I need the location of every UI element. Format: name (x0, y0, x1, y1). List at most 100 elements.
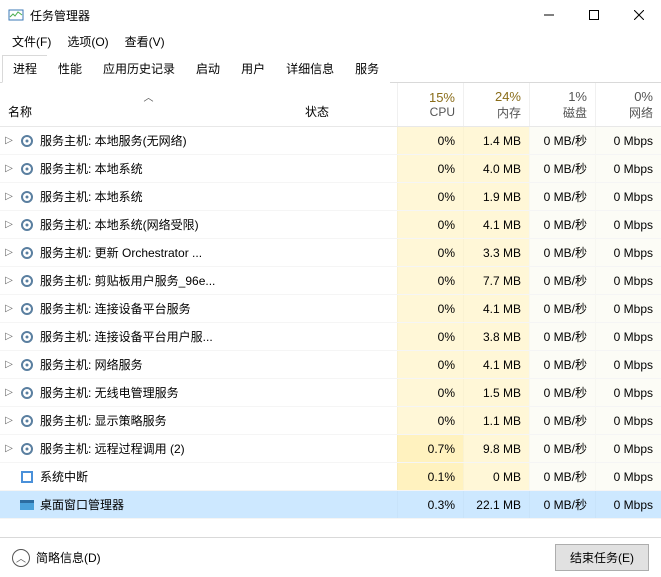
col-header-net-label: 网络 (629, 104, 653, 121)
tab-2[interactable]: 应用历史记录 (92, 55, 186, 83)
cell-net: 0 Mbps (595, 155, 661, 182)
process-name: 服务主机: 网络服务 (40, 356, 297, 373)
cell-cpu: 0% (397, 211, 463, 238)
cell-cpu: 0.3% (397, 491, 463, 518)
menu-options[interactable]: 选项(O) (59, 31, 116, 52)
col-header-net[interactable]: 0% 网络 (595, 83, 661, 126)
gear-icon (18, 329, 36, 345)
tab-0[interactable]: 进程 (2, 55, 48, 83)
cell-mem: 1.5 MB (463, 379, 529, 406)
titlebar: 任务管理器 (0, 0, 661, 30)
expand-icon[interactable]: ▷ (0, 443, 18, 454)
tabstrip: 进程性能应用历史记录启动用户详细信息服务 (0, 54, 661, 83)
sort-arrow-icon: ︿ (144, 89, 154, 104)
col-header-disk-pct: 1% (568, 89, 587, 104)
expand-icon[interactable]: ▷ (0, 275, 18, 286)
process-name: 桌面窗口管理器 (40, 496, 297, 513)
cell-net: 0 Mbps (595, 351, 661, 378)
cell-mem: 4.1 MB (463, 211, 529, 238)
cell-disk: 0 MB/秒 (529, 267, 595, 294)
maximize-button[interactable] (571, 0, 616, 30)
table-row[interactable]: ▷服务主机: 剪贴板用户服务_96e...0%7.7 MB0 MB/秒0 Mbp… (0, 267, 661, 295)
table-row[interactable]: ▷服务主机: 本地系统0%4.0 MB0 MB/秒0 Mbps (0, 155, 661, 183)
expand-icon[interactable]: ▷ (0, 163, 18, 174)
table-row[interactable]: ▷服务主机: 显示策略服务0%1.1 MB0 MB/秒0 Mbps (0, 407, 661, 435)
cell-net: 0 Mbps (595, 435, 661, 462)
tab-4[interactable]: 用户 (230, 55, 276, 83)
table-row[interactable]: ▷服务主机: 网络服务0%4.1 MB0 MB/秒0 Mbps (0, 351, 661, 379)
table-row[interactable]: 桌面窗口管理器0.3%22.1 MB0 MB/秒0 Mbps (0, 491, 661, 519)
table-row[interactable]: ▷服务主机: 本地服务(无网络)0%1.4 MB0 MB/秒0 Mbps (0, 127, 661, 155)
menubar: 文件(F) 选项(O) 查看(V) (0, 30, 661, 52)
cell-net: 0 Mbps (595, 267, 661, 294)
expand-icon[interactable]: ▷ (0, 359, 18, 370)
tab-1[interactable]: 性能 (47, 55, 93, 83)
fewer-details-button[interactable]: ︿ 简略信息(D) (12, 549, 555, 567)
cell-cpu: 0% (397, 267, 463, 294)
col-header-mem-pct: 24% (495, 89, 521, 104)
expand-icon[interactable]: ▷ (0, 331, 18, 342)
table-row[interactable]: ▷服务主机: 无线电管理服务0%1.5 MB0 MB/秒0 Mbps (0, 379, 661, 407)
cell-mem: 3.8 MB (463, 323, 529, 350)
process-name: 服务主机: 无线电管理服务 (40, 384, 297, 401)
cell-disk: 0 MB/秒 (529, 239, 595, 266)
close-button[interactable] (616, 0, 661, 30)
col-header-name[interactable]: ︿ 名称 (0, 83, 297, 126)
tab-5[interactable]: 详细信息 (275, 55, 345, 83)
process-name: 服务主机: 本地系统 (40, 160, 297, 177)
table-row[interactable]: ▷服务主机: 本地系统(网络受限)0%4.1 MB0 MB/秒0 Mbps (0, 211, 661, 239)
process-name: 服务主机: 远程过程调用 (2) (40, 440, 297, 457)
expand-icon[interactable]: ▷ (0, 191, 18, 202)
col-header-cpu-label: CPU (430, 105, 455, 119)
menu-file[interactable]: 文件(F) (4, 31, 59, 52)
cell-disk: 0 MB/秒 (529, 491, 595, 518)
gear-icon (18, 245, 36, 261)
cell-disk: 0 MB/秒 (529, 351, 595, 378)
table-row[interactable]: ▷服务主机: 远程过程调用 (2)0.7%9.8 MB0 MB/秒0 Mbps (0, 435, 661, 463)
cell-disk: 0 MB/秒 (529, 379, 595, 406)
cell-disk: 0 MB/秒 (529, 183, 595, 210)
table-row[interactable]: 系统中断0.1%0 MB0 MB/秒0 Mbps (0, 463, 661, 491)
cell-disk: 0 MB/秒 (529, 435, 595, 462)
process-name: 服务主机: 本地系统 (40, 188, 297, 205)
col-header-cpu[interactable]: 15% CPU (397, 83, 463, 126)
gear-icon (18, 273, 36, 289)
tab-3[interactable]: 启动 (185, 55, 231, 83)
col-header-status[interactable]: 状态 (297, 83, 397, 126)
expand-icon[interactable]: ▷ (0, 415, 18, 426)
process-name: 服务主机: 本地系统(网络受限) (40, 216, 297, 233)
expand-icon[interactable]: ▷ (0, 135, 18, 146)
cell-disk: 0 MB/秒 (529, 463, 595, 490)
process-list[interactable]: ▷服务主机: 本地服务(无网络)0%1.4 MB0 MB/秒0 Mbps▷服务主… (0, 127, 661, 537)
cell-cpu: 0.7% (397, 435, 463, 462)
table-row[interactable]: ▷服务主机: 更新 Orchestrator ...0%3.3 MB0 MB/秒… (0, 239, 661, 267)
fewer-details-label: 简略信息(D) (36, 549, 101, 566)
expand-icon[interactable]: ▷ (0, 303, 18, 314)
cell-cpu: 0% (397, 239, 463, 266)
table-row[interactable]: ▷服务主机: 本地系统0%1.9 MB0 MB/秒0 Mbps (0, 183, 661, 211)
dwm-icon (18, 497, 36, 513)
process-name: 服务主机: 显示策略服务 (40, 412, 297, 429)
expand-icon[interactable]: ▷ (0, 247, 18, 258)
expand-icon[interactable]: ▷ (0, 387, 18, 398)
table-row[interactable]: ▷服务主机: 连接设备平台用户服...0%3.8 MB0 MB/秒0 Mbps (0, 323, 661, 351)
col-header-disk[interactable]: 1% 磁盘 (529, 83, 595, 126)
cell-mem: 22.1 MB (463, 491, 529, 518)
process-name: 服务主机: 连接设备平台服务 (40, 300, 297, 317)
cell-cpu: 0% (397, 295, 463, 322)
menu-view[interactable]: 查看(V) (117, 31, 173, 52)
cell-cpu: 0% (397, 407, 463, 434)
minimize-button[interactable] (526, 0, 571, 30)
col-header-status-label: 状态 (305, 103, 329, 120)
process-name: 服务主机: 更新 Orchestrator ... (40, 244, 297, 261)
cell-net: 0 Mbps (595, 211, 661, 238)
expand-icon[interactable]: ▷ (0, 219, 18, 230)
col-header-mem-label: 内存 (497, 104, 521, 121)
cell-disk: 0 MB/秒 (529, 295, 595, 322)
table-row[interactable]: ▷服务主机: 连接设备平台服务0%4.1 MB0 MB/秒0 Mbps (0, 295, 661, 323)
col-header-mem[interactable]: 24% 内存 (463, 83, 529, 126)
tab-6[interactable]: 服务 (344, 55, 390, 83)
window-title: 任务管理器 (30, 7, 526, 24)
cell-cpu: 0% (397, 183, 463, 210)
end-task-button[interactable]: 结束任务(E) (555, 544, 649, 571)
